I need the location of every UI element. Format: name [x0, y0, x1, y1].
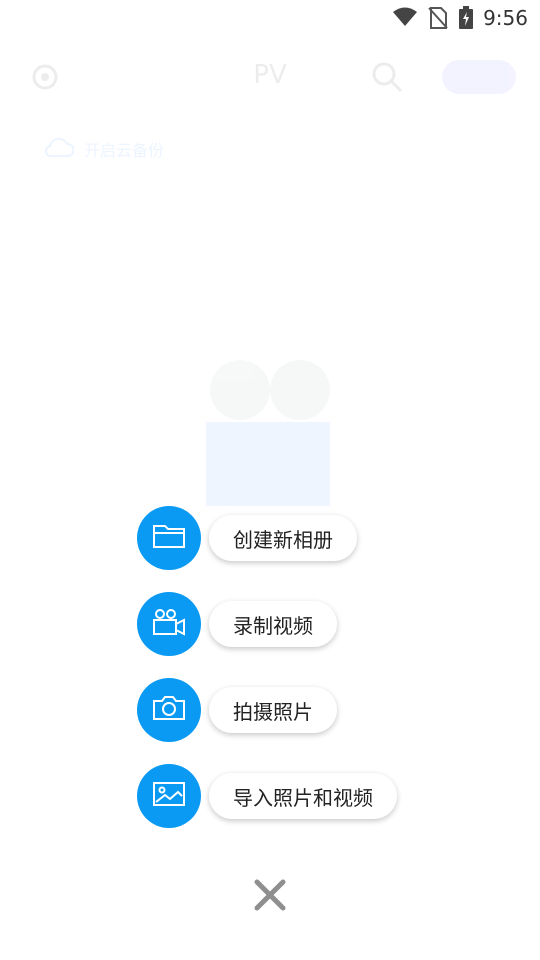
record-video-label[interactable]: 录制视频	[209, 601, 337, 647]
take-photo-button[interactable]	[137, 678, 201, 742]
camera-icon	[152, 694, 186, 726]
menu-item-create-album[interactable]: 创建新相册	[137, 506, 357, 570]
search-icon	[370, 60, 404, 98]
menu-item-record-video[interactable]: 录制视频	[137, 592, 337, 656]
cloud-backup-label: 开启云备份	[84, 141, 165, 160]
close-button[interactable]	[253, 878, 287, 912]
cloud-backup-row: 开启云备份	[44, 136, 164, 162]
menu-item-take-photo[interactable]: 拍摄照片	[137, 678, 337, 742]
video-camera-icon	[152, 607, 186, 641]
take-photo-label[interactable]: 拍摄照片	[209, 687, 337, 733]
close-icon	[253, 879, 287, 916]
create-album-button[interactable]	[137, 506, 201, 570]
folder-icon	[152, 522, 186, 554]
empty-state-illustration	[200, 360, 340, 510]
image-import-icon	[152, 780, 186, 812]
record-video-button[interactable]	[137, 592, 201, 656]
create-album-label[interactable]: 创建新相册	[209, 515, 357, 561]
import-media-button[interactable]	[137, 764, 201, 828]
premium-button	[442, 60, 516, 94]
import-media-label[interactable]: 导入照片和视频	[209, 773, 397, 819]
menu-item-import-media[interactable]: 导入照片和视频	[137, 764, 397, 828]
cloud-icon	[44, 136, 75, 162]
